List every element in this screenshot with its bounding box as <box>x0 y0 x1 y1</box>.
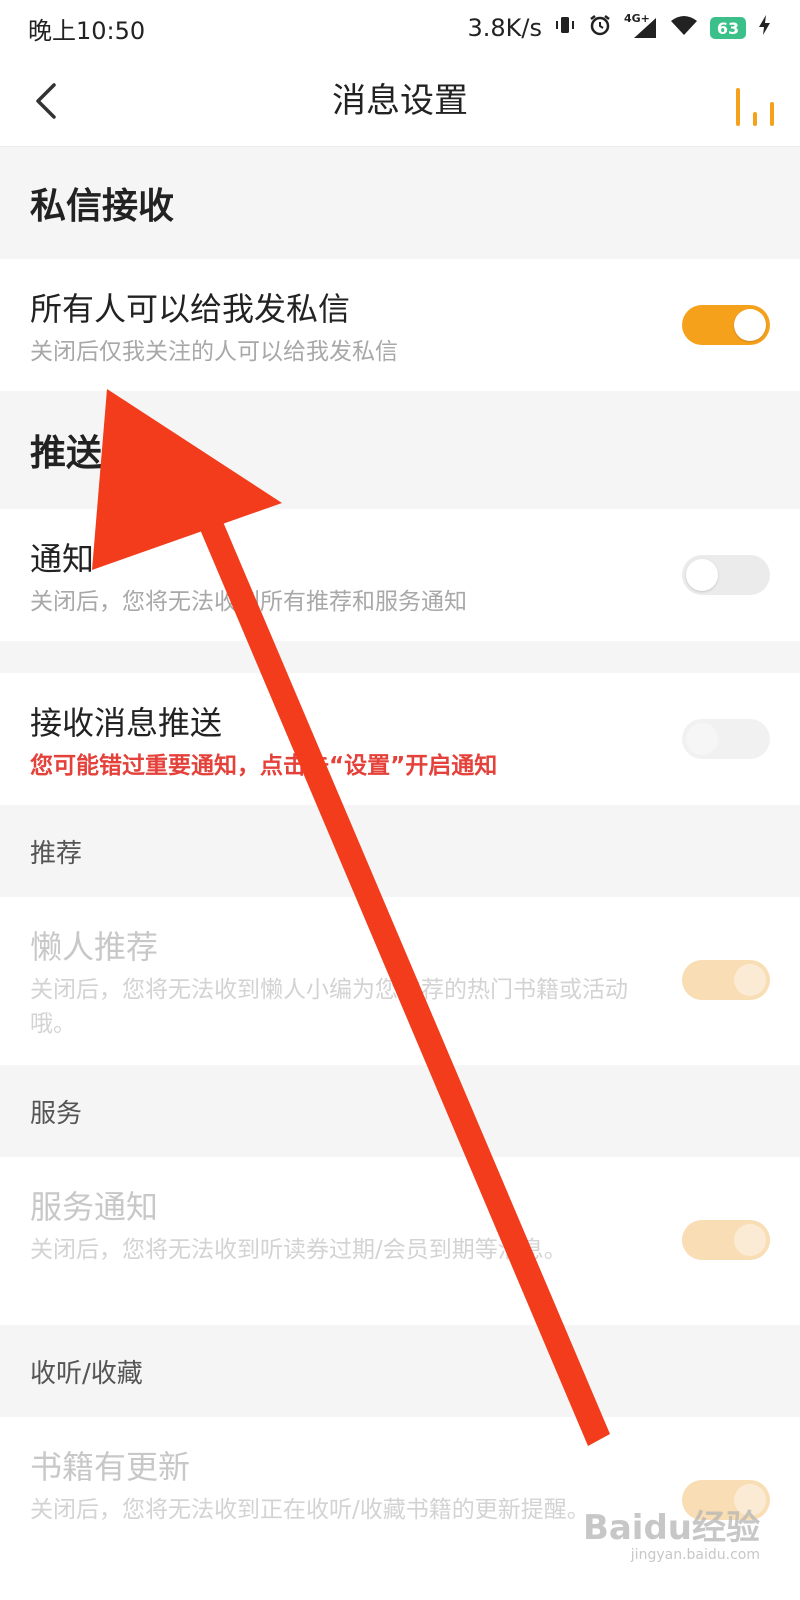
row-lazy-recommend[interactable]: 懒人推荐 关闭后，您将无法收到懒人小编为您推荐的热门书籍或活动哦。 <box>0 897 800 1065</box>
lazy-recommend-toggle[interactable] <box>682 960 770 1000</box>
row-title: 懒人推荐 <box>30 928 159 966</box>
row-title: 通知 <box>30 540 95 578</box>
row-service-notice[interactable]: 服务通知 关闭后，您将无法收到听读券过期/会员到期等消息。 <box>0 1157 800 1325</box>
row-notification[interactable]: 通知 关闭后，您将无法收到所有推荐和服务通知 <box>0 509 800 641</box>
row-subtitle: 关闭后，您将无法收到正在收听/收藏书籍的更新提醒。 <box>30 1497 590 1523</box>
toggle-knob <box>734 964 766 996</box>
toggle-knob <box>686 559 718 591</box>
row-subtitle: 关闭后，您将无法收到懒人小编为您推荐的热门书籍或活动哦。 <box>30 977 628 1037</box>
status-icons: 3.8K/s 4G+ 63 <box>467 12 773 43</box>
row-allow-all-message[interactable]: 所有人可以给我发私信 关闭后仅我关注的人可以给我发私信 <box>0 259 800 391</box>
status-time: 晚上10:50 <box>28 16 146 45</box>
row-subtitle: 关闭后，您将无法收到听读券过期/会员到期等消息。 <box>30 1237 567 1263</box>
net-speed: 3.8K/s <box>467 14 543 42</box>
row-subtitle: 关闭后仅我关注的人可以给我发私信 <box>30 339 398 365</box>
toggle-knob <box>734 309 766 341</box>
notification-toggle[interactable] <box>682 555 770 595</box>
section-listen-favorite: 收听/收藏 <box>0 1325 800 1417</box>
row-title: 所有人可以给我发私信 <box>30 290 351 328</box>
allow-all-message-toggle[interactable] <box>682 305 770 345</box>
row-title: 服务通知 <box>30 1188 159 1226</box>
row-title: 书籍有更新 <box>30 1448 191 1486</box>
alarm-icon <box>588 13 612 43</box>
bar-chart-icon <box>736 88 774 126</box>
watermark-url: jingyan.baidu.com <box>630 1547 760 1563</box>
baidu-watermark: Baidu经验 jingyan.baidu.com <box>583 1500 760 1563</box>
row-receive-push[interactable]: 接收消息推送 您可能错过重要通知，点击去“设置”开启通知 <box>0 673 800 805</box>
section-service: 服务 <box>0 1065 800 1157</box>
section-push: 推送 <box>0 391 800 509</box>
status-bar: 晚上10:50 3.8K/s 4G+ 63 <box>0 0 800 56</box>
open-settings-link[interactable]: 您可能错过重要通知，点击去“设置”开启通知 <box>30 749 640 783</box>
signal-icon: 4G+ <box>624 12 658 40</box>
nav-bar: 消息设置 <box>0 56 800 147</box>
page-title: 消息设置 <box>332 81 468 121</box>
toggle-knob <box>686 723 718 755</box>
row-title: 接收消息推送 <box>30 704 223 742</box>
stats-button[interactable] <box>728 74 782 128</box>
vibrate-icon <box>554 14 576 42</box>
watermark-brand: Baidu经验 <box>582 1508 760 1548</box>
receive-push-toggle[interactable] <box>682 719 770 759</box>
service-notice-toggle[interactable] <box>682 1220 770 1260</box>
wifi-icon <box>670 14 698 42</box>
battery-icon: 63 <box>710 17 746 39</box>
row-subtitle: 关闭后，您将无法收到所有推荐和服务通知 <box>30 589 467 615</box>
charging-icon <box>758 14 772 42</box>
toggle-knob <box>734 1224 766 1256</box>
section-recommend: 推荐 <box>0 805 800 897</box>
section-private-message: 私信接收 <box>0 147 800 259</box>
